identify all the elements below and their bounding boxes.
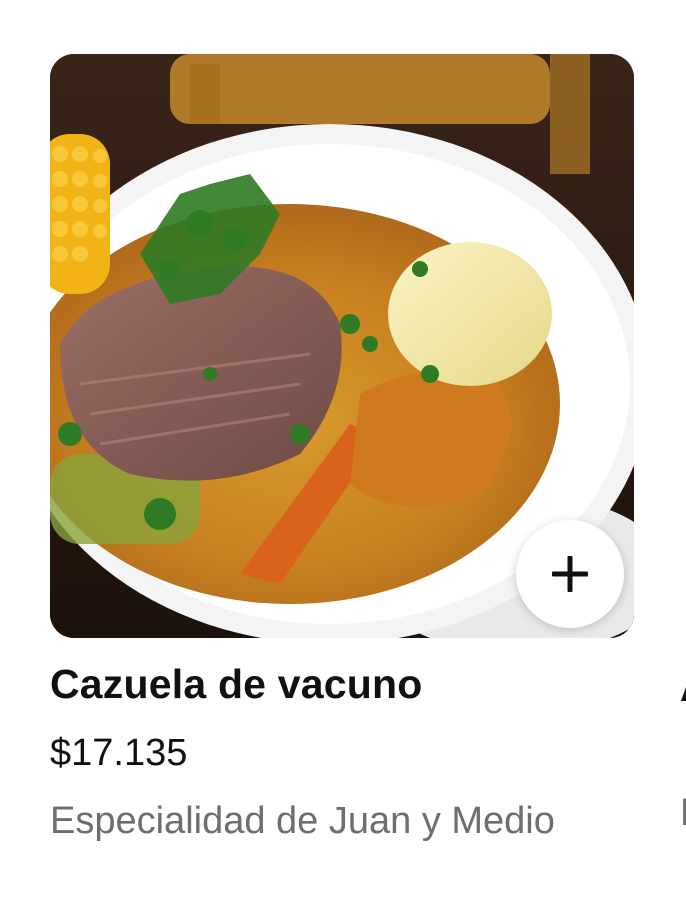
menu-item-page: Cazuela de vacuno $17.135 Especialidad d… [0,0,686,909]
item-description: Especialidad de Juan y Medio [50,799,555,842]
item-title: Cazuela de vacuno [50,661,423,707]
next-card-description-peek: E [680,792,686,835]
add-to-cart-button[interactable] [516,520,624,628]
item-price: $17.135 [50,732,188,775]
plus-icon [552,556,588,592]
next-card-title-peek: A [680,668,686,711]
menu-item-card[interactable]: Cazuela de vacuno $17.135 Especialidad d… [50,54,634,844]
dish-photo[interactable] [50,54,634,638]
